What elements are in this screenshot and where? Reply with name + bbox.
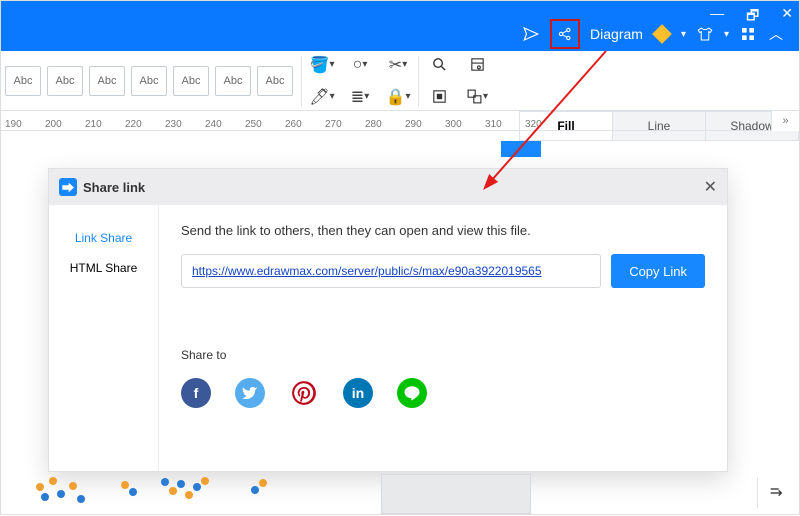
modal-header: ⮕ Share link ✕ [49,169,727,205]
shape-style-item[interactable]: Abc [5,66,41,96]
share-button[interactable] [550,19,580,49]
ruler-mark: 300 [445,119,465,130]
format-tools-group: 🪣▾ ○▾ ✂▾ 🖊▾ ≣▾ 🔒▾ [310,53,410,109]
brush-icon[interactable]: 🖊▾ [310,85,334,109]
shape-style-item[interactable]: Abc [215,66,251,96]
ruler-mark: 270 [325,119,345,130]
shape-style-item[interactable]: Abc [89,66,125,96]
canvas-chart-dots [11,473,431,513]
collapse-panel-icon[interactable]: » [771,111,799,131]
ribbon-toolbar: Abc Abc Abc Abc Abc Abc Abc 🪣▾ ○▾ ✂▾ 🖊▾ … [1,51,799,111]
shape-style-item[interactable]: Abc [47,66,83,96]
selection-highlight [501,141,541,157]
layers-icon[interactable] [465,53,489,77]
ruler-mark: 240 [205,119,225,130]
crop-icon[interactable]: ✂▾ [386,53,410,77]
shape-style-item[interactable]: Abc [257,66,293,96]
group-icon[interactable]: ▾ [465,85,489,109]
focus-select-icon[interactable] [427,85,451,109]
shape-style-gallery[interactable]: Abc Abc Abc Abc Abc Abc Abc [1,66,293,96]
facebook-share-button[interactable]: f [181,378,211,408]
chevron-down-icon[interactable]: ▾ [681,29,686,40]
share-instruction-text: Send the link to others, then they can o… [181,223,705,238]
window-minimize-button[interactable]: — [710,5,724,29]
lock-icon[interactable]: 🔒▾ [386,85,410,109]
ruler-mark: 250 [245,119,265,130]
shape-ellipse-icon[interactable]: ○▾ [348,53,372,77]
diagram-label[interactable]: Diagram [590,26,643,42]
modal-sidebar: Link Share HTML Share [49,205,159,471]
ruler-mark: 190 [5,119,25,130]
search-icon[interactable] [427,53,451,77]
sidebar-item-html-share[interactable]: HTML Share [49,253,158,283]
ruler-mark: 280 [365,119,385,130]
canvas-bottom-element [381,474,531,514]
twitter-share-button[interactable] [235,378,265,408]
line-style-icon[interactable]: ≣▾ [348,85,372,109]
ruler-mark: 200 [45,119,65,130]
app-logo-icon: ⮕ [59,178,77,196]
pinterest-share-button[interactable] [289,378,319,408]
fill-bucket-icon[interactable]: 🪣▾ [310,53,334,77]
social-share-buttons: f in [181,378,705,408]
ruler-mark: 290 [405,119,425,130]
modal-close-button[interactable]: ✕ [704,177,717,197]
share-link-input[interactable]: https://www.edrawmax.com/server/public/s… [181,254,601,288]
ruler-mark: 210 [85,119,105,130]
ruler-mark: 320 [525,119,545,130]
modal-title: Share link [83,180,145,195]
app-titlebar: — 🗗 ✕ Diagram ▾ ▾ ︿ [1,1,799,51]
view-tools-group: ▾ [427,53,489,109]
ruler-mark: 220 [125,119,145,130]
line-share-button[interactable] [397,378,427,408]
copy-link-button[interactable]: Copy Link [611,254,705,288]
horizontal-ruler: 190 200 210 220 230 240 250 260 270 280 … [1,111,799,131]
window-restore-button[interactable]: 🗗 [746,5,759,29]
premium-diamond-icon[interactable] [653,25,671,43]
linkedin-share-button[interactable]: in [343,378,373,408]
share-to-label: Share to [181,348,705,362]
modal-content: Send the link to others, then they can o… [159,205,727,471]
share-link-modal: ⮕ Share link ✕ Link Share HTML Share Sen… [48,168,728,472]
ruler-mark: 230 [165,119,185,130]
page-navigation-icon[interactable] [757,478,793,508]
shape-style-item[interactable]: Abc [173,66,209,96]
chevron-down-icon[interactable]: ▾ [724,29,729,40]
ruler-mark: 310 [485,119,505,130]
shape-style-item[interactable]: Abc [131,66,167,96]
send-icon[interactable] [522,25,540,43]
window-close-button[interactable]: ✕ [781,5,793,29]
ruler-mark: 260 [285,119,305,130]
sidebar-item-link-share[interactable]: Link Share [49,223,158,253]
